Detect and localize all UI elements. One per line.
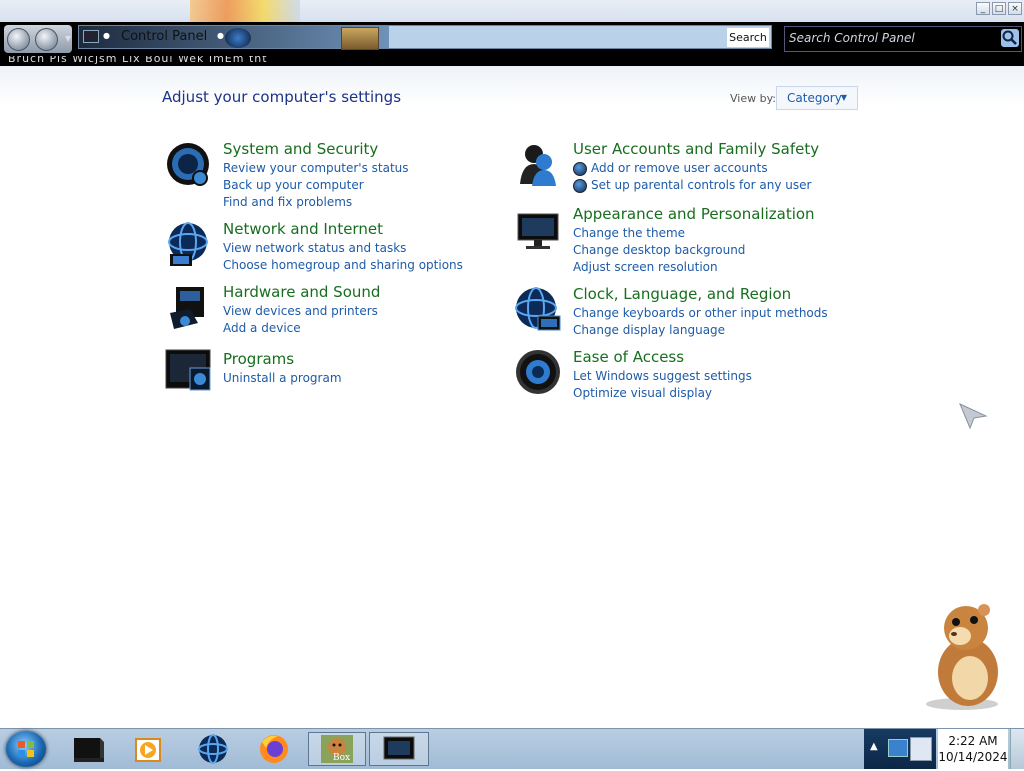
tray-camera-icon[interactable] [888, 739, 908, 757]
view-by-label: View by: [730, 92, 776, 105]
category-link[interactable]: View devices and printers [223, 303, 380, 320]
category-link[interactable]: Optimize visual display [573, 385, 752, 402]
category-title[interactable]: Programs [223, 350, 342, 368]
address-globe-icon [225, 28, 251, 48]
refresh-button[interactable]: Search [727, 28, 769, 47]
ease-of-access-icon[interactable] [514, 348, 562, 396]
display-icon[interactable] [514, 206, 562, 254]
category-title[interactable]: Ease of Access [573, 348, 752, 366]
firefox-icon[interactable] [254, 732, 294, 766]
media-player-icon[interactable] [128, 732, 168, 766]
category-clock-language: Clock, Language, and Region Change keybo… [573, 285, 828, 339]
box-label: Box [333, 753, 351, 763]
box-game-icon[interactable]: Box [308, 732, 366, 766]
category-link[interactable]: View network status and tasks [223, 240, 463, 257]
category-user-accounts: User Accounts and Family Safety Add or r… [573, 140, 819, 194]
page-title: Adjust your computer's settings [162, 88, 402, 106]
category-link[interactable]: Let Windows suggest settings [573, 368, 752, 385]
category-link[interactable]: Add a device [223, 320, 380, 337]
globe-network-icon[interactable] [164, 220, 212, 268]
view-by-select[interactable]: Category ▼ [776, 86, 858, 110]
category-link[interactable]: Change display language [573, 322, 828, 339]
programs-monitor-icon[interactable] [164, 348, 212, 396]
address-bar[interactable]: ● Control Panel ● Search [78, 25, 772, 50]
breadcrumb-arrow-icon[interactable]: ● [217, 31, 224, 40]
tray-network-icon[interactable] [910, 737, 932, 761]
back-button[interactable] [7, 28, 30, 51]
category-title[interactable]: Network and Internet [223, 220, 463, 238]
mouse-cursor-icon [958, 402, 988, 434]
globe-browser-icon[interactable] [193, 732, 233, 766]
breadcrumb-arrow-icon[interactable]: ● [103, 31, 110, 40]
menu-strip: Bruch Pis Wicjsm Lix Boul Wek ImEm tht [0, 56, 1024, 66]
forward-button[interactable] [35, 28, 58, 51]
maximize-button[interactable]: □ [992, 2, 1006, 15]
category-link[interactable]: Change the theme [573, 225, 815, 242]
start-button[interactable] [6, 731, 46, 767]
chevron-down-icon: ▼ [840, 93, 847, 102]
category-link[interactable]: Set up parental controls for any user [591, 177, 811, 194]
navigation-bar: ▼ ● Control Panel ● Search Search Contro… [0, 22, 1024, 56]
taskbar: Box ▲ 2:22 AM 10/14/2024 [0, 728, 1024, 769]
control-panel-content: Adjust your computer's settings View by:… [0, 66, 1024, 728]
category-programs: Programs Uninstall a program [223, 350, 342, 387]
category-title[interactable]: Hardware and Sound [223, 283, 380, 301]
show-hidden-icons-button[interactable]: ▲ [870, 741, 878, 752]
control-panel-window-icon[interactable] [369, 732, 429, 766]
system-clock[interactable]: 2:22 AM 10/14/2024 [938, 729, 1008, 769]
shield-orb-icon[interactable] [164, 140, 212, 188]
users-icon[interactable] [514, 140, 562, 188]
category-link[interactable]: Change desktop background [573, 242, 815, 259]
search-placeholder: Search Control Panel [789, 31, 915, 45]
category-system-security: System and Security Review your computer… [223, 140, 409, 211]
category-title[interactable]: Clock, Language, and Region [573, 285, 828, 303]
show-desktop-button[interactable] [1010, 729, 1024, 769]
category-ease-of-access: Ease of Access Let Windows suggest setti… [573, 348, 752, 402]
shield-icon [573, 178, 587, 193]
title-bar-artwork [190, 0, 300, 22]
search-input[interactable]: Search Control Panel [784, 26, 1022, 52]
category-appearance: Appearance and Personalization Change th… [573, 205, 815, 276]
breadcrumb-control-panel[interactable]: Control Panel [121, 29, 207, 44]
category-hardware-sound: Hardware and Sound View devices and prin… [223, 283, 380, 337]
category-link[interactable]: Change keyboards or other input methods [573, 305, 828, 322]
minimize-button[interactable]: _ [976, 2, 990, 15]
close-button[interactable]: × [1008, 2, 1022, 15]
category-link[interactable]: Review your computer's status [223, 160, 409, 177]
category-link[interactable]: Choose homegroup and sharing options [223, 257, 463, 274]
control-panel-icon [83, 30, 99, 43]
back-forward-group: ▼ [4, 25, 72, 53]
category-title[interactable]: System and Security [223, 140, 409, 158]
category-link[interactable]: Back up your computer [223, 177, 409, 194]
category-title[interactable]: Appearance and Personalization [573, 205, 815, 223]
system-tray: ▲ [864, 729, 936, 769]
shield-icon [573, 161, 587, 176]
clock-time: 2:22 AM [948, 734, 998, 748]
category-link[interactable]: Add or remove user accounts [591, 160, 768, 177]
clock-globe-icon[interactable] [514, 286, 562, 334]
clock-date: 10/14/2024 [938, 750, 1008, 764]
category-link[interactable]: Uninstall a program [223, 370, 342, 387]
address-hamster-icon [341, 27, 379, 50]
window-title-bar: _ □ × [0, 0, 1024, 22]
search-icon[interactable] [1001, 29, 1019, 47]
terminal-app-icon[interactable] [68, 732, 108, 766]
recent-pages-dropdown[interactable]: ▼ [65, 34, 71, 43]
category-link[interactable]: Find and fix problems [223, 194, 409, 211]
category-link[interactable]: Adjust screen resolution [573, 259, 815, 276]
printer-speaker-icon[interactable] [164, 283, 212, 331]
category-title[interactable]: User Accounts and Family Safety [573, 140, 819, 158]
category-network-internet: Network and Internet View network status… [223, 220, 463, 274]
hamster-mascot-icon [920, 600, 1010, 716]
